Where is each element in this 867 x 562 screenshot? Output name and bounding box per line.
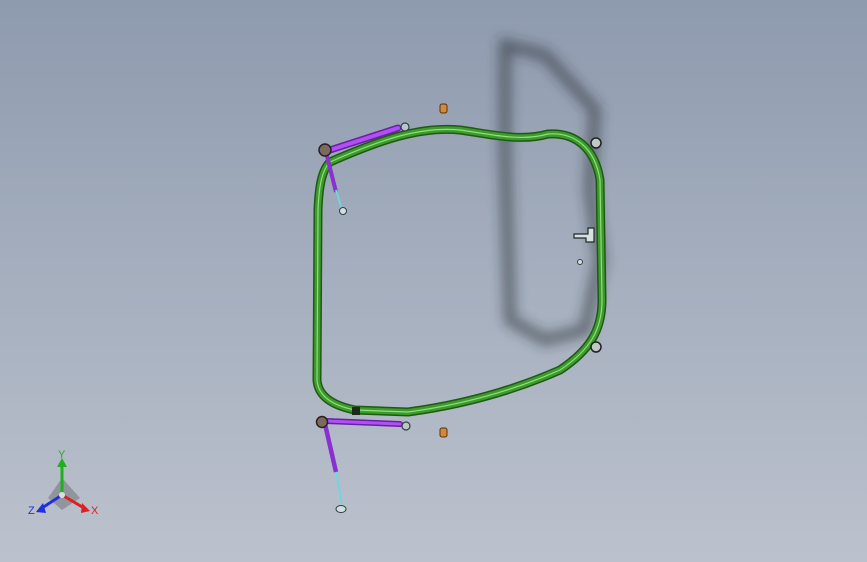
upper-foot-fitting [339,207,347,215]
tube-frame-inner [313,126,606,416]
model-scene[interactable] [0,0,867,562]
z-axis-arrow [36,503,46,513]
lower-bushing [439,427,448,438]
lower-piston-rod [335,471,343,505]
x-axis-arrow [81,503,90,513]
upper-pivot-bracket [318,143,332,157]
y-axis-label: Y [58,449,66,461]
latch-pin [577,259,583,265]
x-axis-label: X [91,505,99,517]
upper-rod-end [400,122,410,132]
tube-frame[interactable] [312,124,607,417]
axis-triad [36,458,90,513]
lower-strut-assembly[interactable] [315,415,411,513]
lower-right-wheel [590,341,602,353]
z-axis-label: Z [28,505,35,517]
lower-rod-end [401,421,411,431]
lower-pivot-arm [322,423,339,473]
model-shadow [499,37,607,347]
lower-pivot-bracket [315,415,329,429]
lower-foot-fitting [335,505,347,513]
upper-bushing [439,103,448,114]
upper-right-wheel [590,137,602,149]
graphics-viewport[interactable]: Y X Z [0,0,867,562]
upper-piston-rod [335,189,343,211]
latch-bracket [573,227,595,243]
triad-origin [59,492,65,498]
frame-clamp [352,407,360,415]
